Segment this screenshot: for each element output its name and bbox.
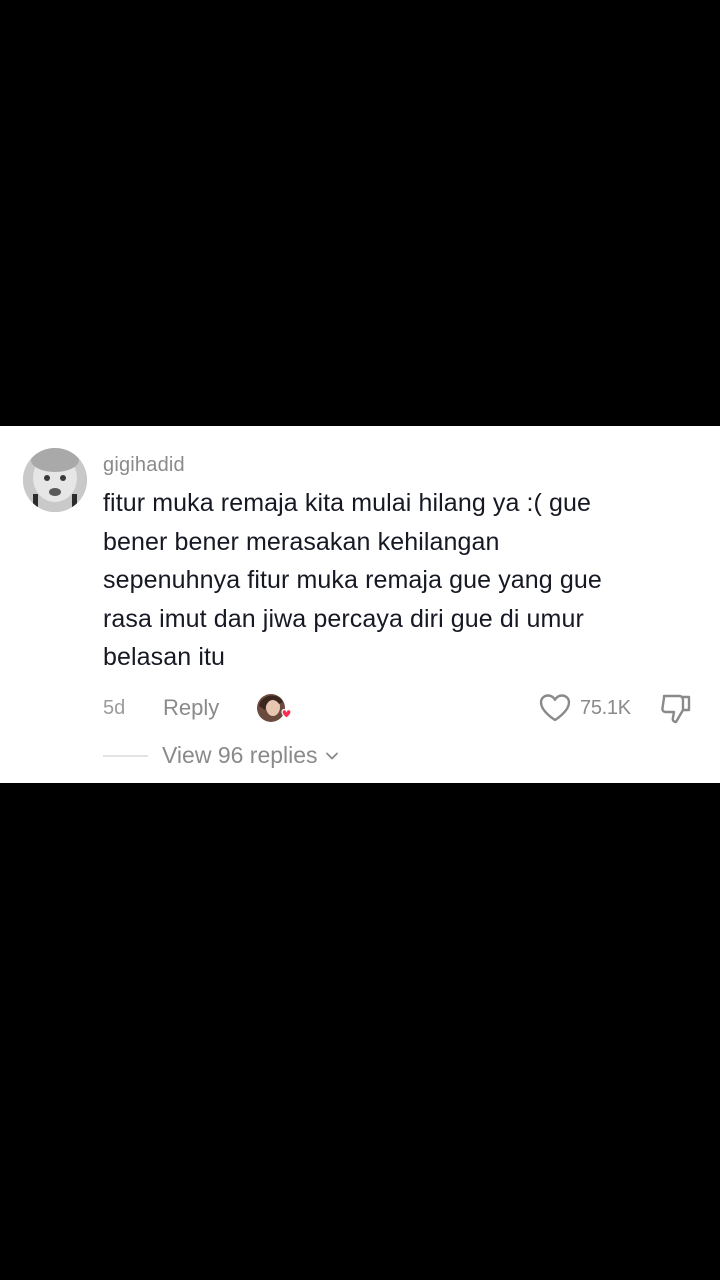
comment-line: belasan itu bbox=[103, 643, 226, 671]
comment-line: fitur muka remaja kita mulai hilang ya :… bbox=[103, 489, 592, 517]
view-replies-row: View 96 replies bbox=[0, 738, 720, 772]
avatar-image bbox=[23, 448, 87, 512]
comment-line: rasa imut dan jiwa percaya diri gue di u… bbox=[103, 604, 584, 633]
comment-username[interactable]: gigihadid bbox=[103, 454, 185, 477]
view-replies-label: View 96 replies bbox=[162, 742, 318, 768]
comment-line: bener bener merasakan kehilangan bbox=[103, 527, 500, 556]
creator-liked-avatar-icon bbox=[255, 692, 295, 726]
thumbs-down-outline-icon[interactable] bbox=[658, 692, 694, 726]
chevron-down-icon bbox=[325, 752, 338, 759]
user-avatar[interactable] bbox=[23, 448, 87, 512]
view-replies-button[interactable]: View 96 replies bbox=[162, 742, 340, 769]
comment-body: fitur muka remaja kita mulai hilang ya :… bbox=[103, 484, 693, 677]
like-count: 75.1K bbox=[580, 697, 631, 719]
comment-line: sepenuhnya fitur muka remaja gue yang gu… bbox=[103, 566, 602, 594]
comment-card: gigihadid fitur muka remaja kita mulai h… bbox=[0, 426, 720, 783]
screen: gigihadid fitur muka remaja kita mulai h… bbox=[0, 0, 720, 1280]
comment-timestamp: 5d bbox=[103, 697, 126, 719]
comment-actions: 5d Reply 75.1K bbox=[0, 692, 720, 726]
reply-button[interactable]: Reply bbox=[163, 695, 219, 721]
heart-outline-icon[interactable] bbox=[538, 693, 572, 723]
replies-divider bbox=[103, 755, 148, 757]
